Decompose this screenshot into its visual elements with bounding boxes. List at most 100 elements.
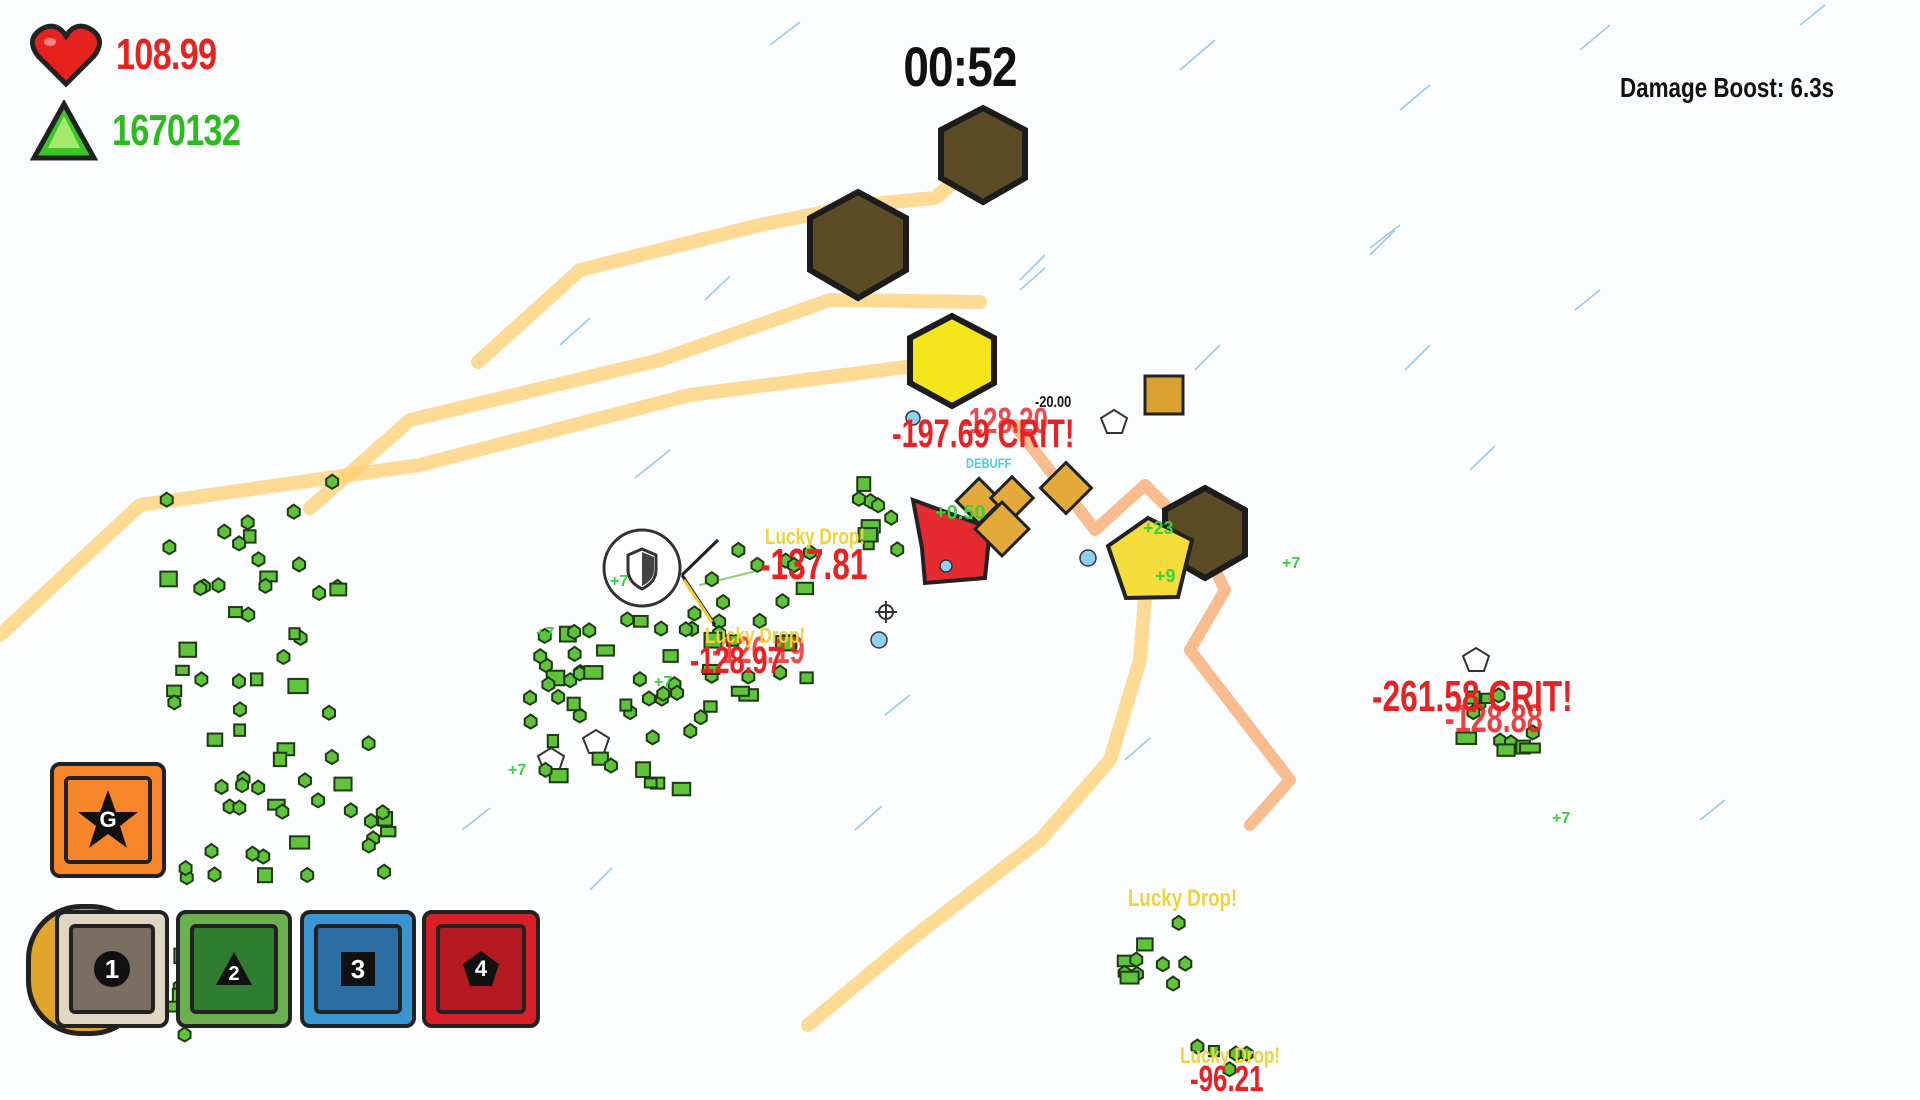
xp-gem[interactable] [1119, 970, 1140, 985]
xp-gem[interactable] [204, 842, 219, 860]
xp-gem[interactable] [538, 761, 553, 779]
xp-gem[interactable] [1178, 955, 1193, 972]
xp-gem[interactable] [377, 863, 392, 880]
xp-gem[interactable] [379, 825, 397, 838]
xp-gem[interactable] [178, 859, 193, 877]
xp-gem[interactable] [856, 476, 872, 492]
xp-gem[interactable] [232, 535, 247, 552]
xp-gem[interactable] [300, 866, 315, 884]
xp-gem[interactable] [533, 647, 548, 665]
xp-gem[interactable] [642, 690, 656, 707]
xp-gem[interactable] [632, 614, 649, 628]
xp-gem[interactable] [687, 605, 702, 622]
xp-gem[interactable] [162, 538, 177, 556]
xp-gem[interactable] [232, 672, 246, 690]
xp-gem[interactable] [361, 735, 376, 752]
xp-gem[interactable] [256, 867, 273, 884]
xp-gem[interactable] [567, 623, 582, 641]
xp-gem[interactable] [375, 804, 390, 821]
xp-gem[interactable] [289, 835, 311, 850]
xp-gem[interactable] [311, 792, 326, 809]
xp-gem[interactable] [683, 722, 698, 740]
xp-gem[interactable] [582, 622, 597, 639]
xp-gem[interactable] [233, 723, 247, 737]
xp-gem[interactable] [1155, 955, 1170, 973]
xp-gem[interactable] [240, 514, 255, 531]
xp-gem[interactable] [671, 781, 692, 797]
xp-gem[interactable] [298, 772, 312, 789]
xp-gem[interactable] [228, 606, 243, 619]
xp-gem[interactable] [287, 677, 309, 695]
xp-gem[interactable] [632, 670, 647, 688]
xp-gem[interactable] [730, 685, 750, 697]
xp-gem[interactable] [678, 621, 693, 638]
xp-gem[interactable] [193, 579, 208, 597]
small-pentagons[interactable] [536, 408, 1491, 772]
xp-gem[interactable] [703, 700, 718, 713]
xp-gem[interactable] [324, 748, 339, 766]
xp-gem[interactable] [214, 778, 229, 796]
xp-gem[interactable] [206, 732, 224, 747]
xp-gem[interactable] [207, 866, 222, 883]
xp-gem[interactable] [167, 694, 182, 711]
xp-gem[interactable] [276, 648, 291, 666]
xp-gem[interactable] [233, 701, 247, 718]
xp-gem[interactable] [325, 473, 340, 490]
xp-gem[interactable] [159, 491, 174, 508]
xp-gem[interactable] [1496, 743, 1516, 757]
xp-gem[interactable] [275, 803, 290, 820]
xp-gem[interactable] [235, 776, 250, 794]
xp-gem[interactable] [175, 664, 190, 676]
xp-gem[interactable] [249, 672, 264, 687]
xp-gem[interactable] [604, 757, 618, 774]
xp-gem[interactable] [251, 779, 266, 796]
xp-gem[interactable] [1129, 951, 1144, 968]
xp-gem[interactable] [245, 845, 260, 862]
xp-gem[interactable] [288, 627, 301, 641]
xp-gem[interactable] [654, 620, 669, 637]
ability-slot-4[interactable]: 4 [422, 910, 540, 1028]
xp-gem[interactable] [775, 592, 790, 610]
xp-gem[interactable] [890, 541, 905, 558]
xp-gem[interactable] [177, 1026, 192, 1043]
ability-slot-2[interactable]: 2 [176, 910, 292, 1028]
xp-gem[interactable] [596, 644, 615, 657]
xp-gem[interactable] [645, 729, 660, 746]
xp-gem[interactable] [884, 509, 899, 526]
xp-gem[interactable] [704, 571, 719, 588]
xp-gem[interactable] [361, 837, 376, 854]
xp-gem[interactable] [178, 641, 198, 658]
xp-gem[interactable] [1171, 914, 1186, 931]
xp-gem[interactable] [566, 696, 581, 712]
xp-gem[interactable] [333, 776, 353, 792]
xp-gem[interactable] [523, 689, 537, 706]
xp-gem[interactable] [567, 645, 582, 663]
xp-gem[interactable] [541, 676, 556, 693]
xp-gem[interactable] [551, 688, 566, 706]
xp-gem[interactable] [1166, 975, 1181, 992]
xp-gem[interactable] [363, 812, 378, 830]
xp-gem[interactable] [1136, 937, 1154, 952]
xp-gem[interactable] [322, 704, 336, 721]
xp-gem[interactable] [286, 503, 301, 520]
xp-gem[interactable] [329, 582, 348, 597]
xp-gem[interactable] [523, 713, 538, 730]
xp-gem[interactable] [670, 684, 684, 701]
xp-gem[interactable] [871, 497, 886, 514]
xp-gem[interactable] [1519, 742, 1541, 754]
xp-gem[interactable] [312, 584, 327, 602]
xp-gem[interactable] [662, 649, 679, 663]
xp-gem[interactable] [546, 734, 560, 749]
xp-gem[interactable] [583, 665, 604, 680]
ability-slot-g[interactable]: G [50, 762, 166, 878]
xp-gem[interactable] [799, 671, 814, 685]
xp-gem[interactable] [258, 577, 273, 595]
xp-gem[interactable] [217, 523, 232, 540]
xp-gem[interactable] [232, 799, 247, 816]
xp-gem[interactable] [211, 576, 226, 594]
xp-gem[interactable] [159, 570, 178, 588]
xp-gem[interactable] [619, 698, 633, 712]
xp-gem[interactable] [292, 556, 307, 573]
xp-gem[interactable] [241, 606, 256, 623]
xp-gem[interactable] [251, 551, 266, 568]
